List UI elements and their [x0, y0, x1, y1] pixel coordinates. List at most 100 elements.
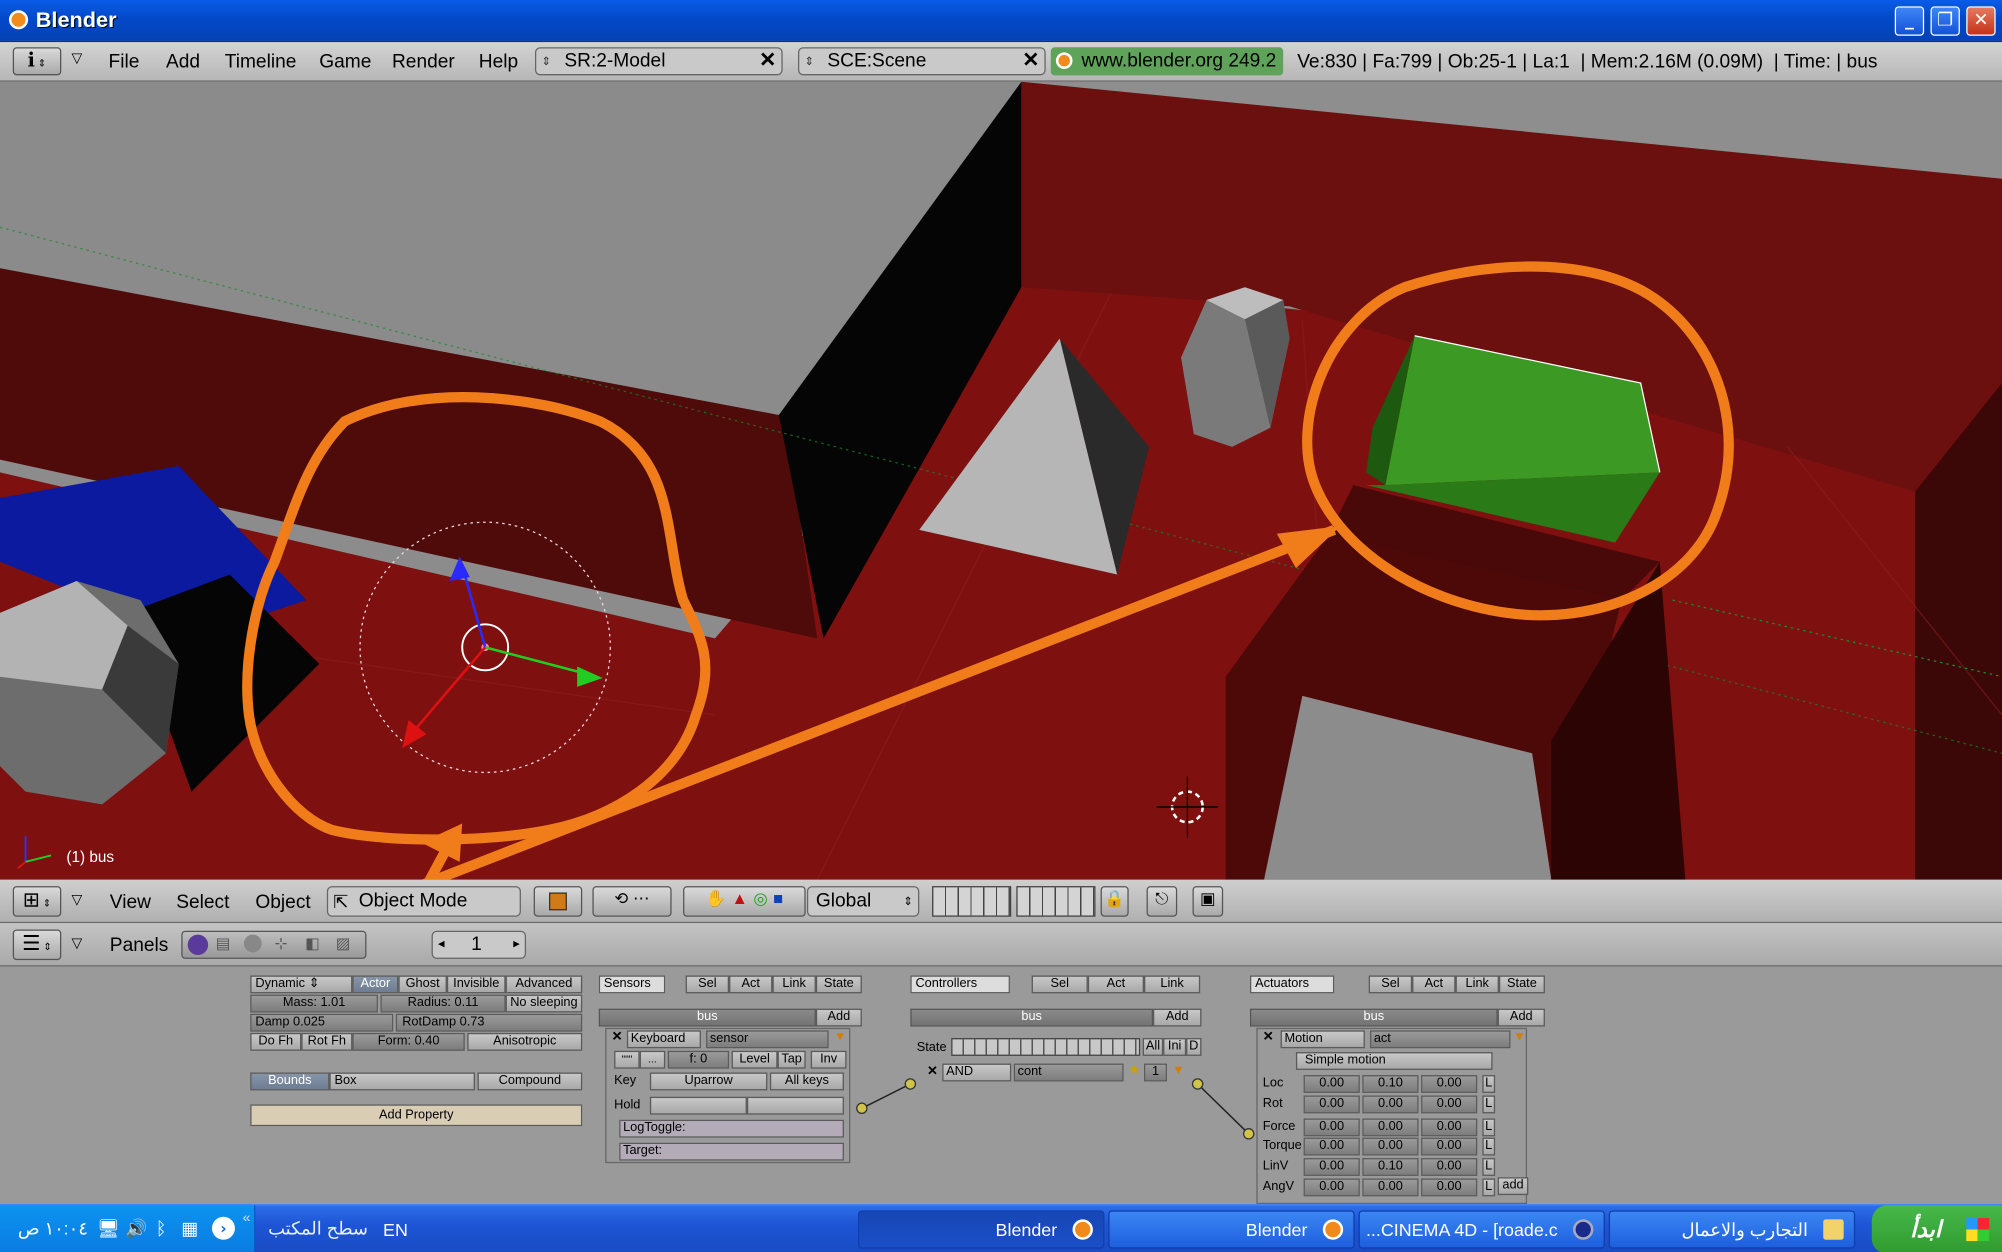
- layer-buttons-2[interactable]: [1016, 886, 1096, 917]
- collapse-arrow-icon[interactable]: ▼: [834, 1030, 847, 1044]
- manipulator-toggles[interactable]: ✋ ▲ ◎ ■: [683, 886, 806, 917]
- frequency-field[interactable]: f: 0: [667, 1050, 730, 1069]
- menu-game[interactable]: Game: [319, 51, 371, 73]
- anisotropic-toggle[interactable]: Anisotropic: [467, 1032, 583, 1051]
- motion-value-field[interactable]: 0.00: [1362, 1118, 1419, 1137]
- close-icon[interactable]: ✕: [1966, 6, 1996, 36]
- motion-value-field[interactable]: 0.00: [1303, 1095, 1360, 1114]
- info-editor-type-icon[interactable]: i ⇕: [12, 47, 62, 76]
- local-toggle[interactable]: L: [1482, 1118, 1496, 1137]
- motion-value-field[interactable]: 0.00: [1421, 1137, 1478, 1156]
- actuator-type-dropdown[interactable]: Motion: [1280, 1030, 1365, 1049]
- logic-context-icon[interactable]: [187, 934, 209, 956]
- state-ini-button[interactable]: Ini: [1163, 1038, 1187, 1056]
- motion-value-field[interactable]: 0.00: [1362, 1137, 1419, 1156]
- controller-name-field[interactable]: cont: [1013, 1063, 1124, 1082]
- sensors-act-filter[interactable]: Act: [729, 975, 773, 994]
- invisible-toggle[interactable]: Invisible: [446, 975, 506, 994]
- taskbar-blender-2[interactable]: Blender: [1108, 1210, 1355, 1249]
- sensor-name-field[interactable]: sensor: [706, 1030, 829, 1049]
- damp-slider[interactable]: Damp 0.025: [250, 1013, 394, 1032]
- rot-fh-toggle[interactable]: Rot Fh: [301, 1032, 353, 1051]
- controllers-act-filter[interactable]: Act: [1087, 975, 1145, 994]
- physics-type-dropdown[interactable]: Dynamic ⇕: [250, 975, 353, 994]
- actuator-delete-icon[interactable]: ✕: [1263, 1030, 1274, 1044]
- frame-number-field[interactable]: ◂ 1 ▸: [431, 930, 527, 959]
- motion-value-field[interactable]: 0.00: [1303, 1075, 1360, 1093]
- collapse-arrow-icon[interactable]: ▼: [1513, 1030, 1526, 1044]
- scene-selector[interactable]: ⇕ SCE:Scene ✕: [797, 47, 1046, 76]
- actuators-add-button[interactable]: Add: [1497, 1008, 1545, 1027]
- sensors-link-filter[interactable]: Link: [772, 975, 816, 994]
- motion-value-field[interactable]: 0.00: [1421, 1158, 1478, 1176]
- local-toggle[interactable]: L: [1482, 1075, 1496, 1093]
- orientation-selector[interactable]: Global ⇕: [806, 886, 920, 917]
- translate-icon[interactable]: ▲: [732, 889, 748, 908]
- actuator-name-field[interactable]: act: [1369, 1030, 1511, 1049]
- motion-value-field[interactable]: 0.00: [1362, 1178, 1419, 1197]
- level-toggle[interactable]: Level: [731, 1050, 778, 1069]
- draw-type-icon[interactable]: [533, 886, 583, 917]
- state-mask-buttons[interactable]: [951, 1038, 1141, 1056]
- decrement-icon[interactable]: ◂: [438, 932, 444, 958]
- buttons-editor-type-icon[interactable]: ☰ ⇕: [12, 929, 62, 961]
- motion-value-field[interactable]: 0.00: [1421, 1118, 1478, 1137]
- advanced-toggle[interactable]: Advanced: [505, 975, 583, 994]
- restore-icon[interactable]: ❐: [1930, 6, 1960, 36]
- ghost-toggle[interactable]: Ghost: [398, 975, 447, 994]
- taskbar-folder[interactable]: التجارب والاعمال: [1608, 1210, 1856, 1249]
- 3d-viewport[interactable]: (1) bus: [0, 81, 2002, 880]
- motion-value-field[interactable]: 0.00: [1421, 1075, 1478, 1093]
- taskbar-cinema4d[interactable]: ...CINEMA 4D - [roade.c: [1358, 1210, 1605, 1249]
- local-toggle[interactable]: L: [1482, 1158, 1496, 1176]
- controller-state-field[interactable]: 1: [1144, 1063, 1167, 1082]
- hand-icon[interactable]: ✋: [706, 889, 727, 908]
- logtoggle-field[interactable]: LogToggle:: [619, 1119, 844, 1138]
- delete-scene-icon[interactable]: ✕: [1022, 49, 1039, 75]
- key-field[interactable]: Uparrow: [649, 1072, 768, 1091]
- sensors-sel-filter[interactable]: Sel: [685, 975, 730, 994]
- menu-view[interactable]: View: [110, 891, 151, 913]
- menu-timeline[interactable]: Timeline: [225, 51, 297, 73]
- actuators-state-filter[interactable]: State: [1498, 975, 1545, 994]
- all-keys-toggle[interactable]: All keys: [769, 1072, 844, 1091]
- add-property-button[interactable]: Add Property: [250, 1104, 583, 1127]
- rotate-icon[interactable]: ◎: [753, 889, 767, 908]
- actuators-sel-filter[interactable]: Sel: [1368, 975, 1413, 994]
- view3d-editor-type-icon[interactable]: ⊞ ⇕: [12, 886, 62, 917]
- actuators-act-filter[interactable]: Act: [1412, 975, 1456, 994]
- menu-render[interactable]: Render: [392, 51, 455, 73]
- local-toggle[interactable]: L: [1482, 1137, 1496, 1156]
- motion-value-field[interactable]: 0.00: [1303, 1118, 1360, 1137]
- start-button[interactable]: ابدأ: [1871, 1205, 2002, 1252]
- menu-object[interactable]: Object: [255, 891, 310, 913]
- sensors-state-filter[interactable]: State: [815, 975, 862, 994]
- actor-toggle[interactable]: Actor: [352, 975, 399, 994]
- tap-toggle[interactable]: Tap: [777, 1050, 806, 1069]
- collapse-menu-icon[interactable]: ▽: [72, 891, 83, 907]
- render-preview-icon[interactable]: ▣: [1192, 886, 1224, 917]
- controllers-link-filter[interactable]: Link: [1144, 975, 1201, 994]
- chevron-icon[interactable]: «: [243, 1210, 251, 1225]
- hold-field-1[interactable]: [649, 1096, 747, 1115]
- scale-icon[interactable]: ■: [773, 889, 783, 908]
- bounds-toggle[interactable]: Bounds: [250, 1072, 330, 1091]
- pulse-true-toggle[interactable]: """: [614, 1050, 640, 1069]
- pulse-false-toggle[interactable]: ...: [639, 1050, 666, 1069]
- sensor-type-dropdown[interactable]: Keyboard: [626, 1030, 701, 1049]
- context-tabs[interactable]: ▤ ⊹ ◧ ▨: [181, 930, 367, 959]
- scene-context-icon[interactable]: ▨: [336, 935, 350, 953]
- actuators-link-filter[interactable]: Link: [1455, 975, 1499, 994]
- motion-value-field[interactable]: 0.00: [1303, 1158, 1360, 1176]
- target-field[interactable]: Target:: [619, 1142, 844, 1161]
- collapse-menu-icon[interactable]: ▽: [72, 50, 83, 66]
- controller-star-icon[interactable]: ★: [1129, 1064, 1140, 1078]
- object-context-icon[interactable]: ⊹: [275, 935, 288, 953]
- motion-value-field[interactable]: 0.00: [1303, 1137, 1360, 1156]
- motion-value-field[interactable]: 0.10: [1362, 1075, 1419, 1093]
- shading-context-icon[interactable]: [243, 934, 262, 953]
- menu-panels[interactable]: Panels: [110, 935, 169, 957]
- tray-bluetooth-icon[interactable]: ᛒ: [156, 1218, 167, 1238]
- layer-buttons-1[interactable]: [932, 886, 1012, 917]
- bounds-type-dropdown[interactable]: Box: [329, 1072, 475, 1091]
